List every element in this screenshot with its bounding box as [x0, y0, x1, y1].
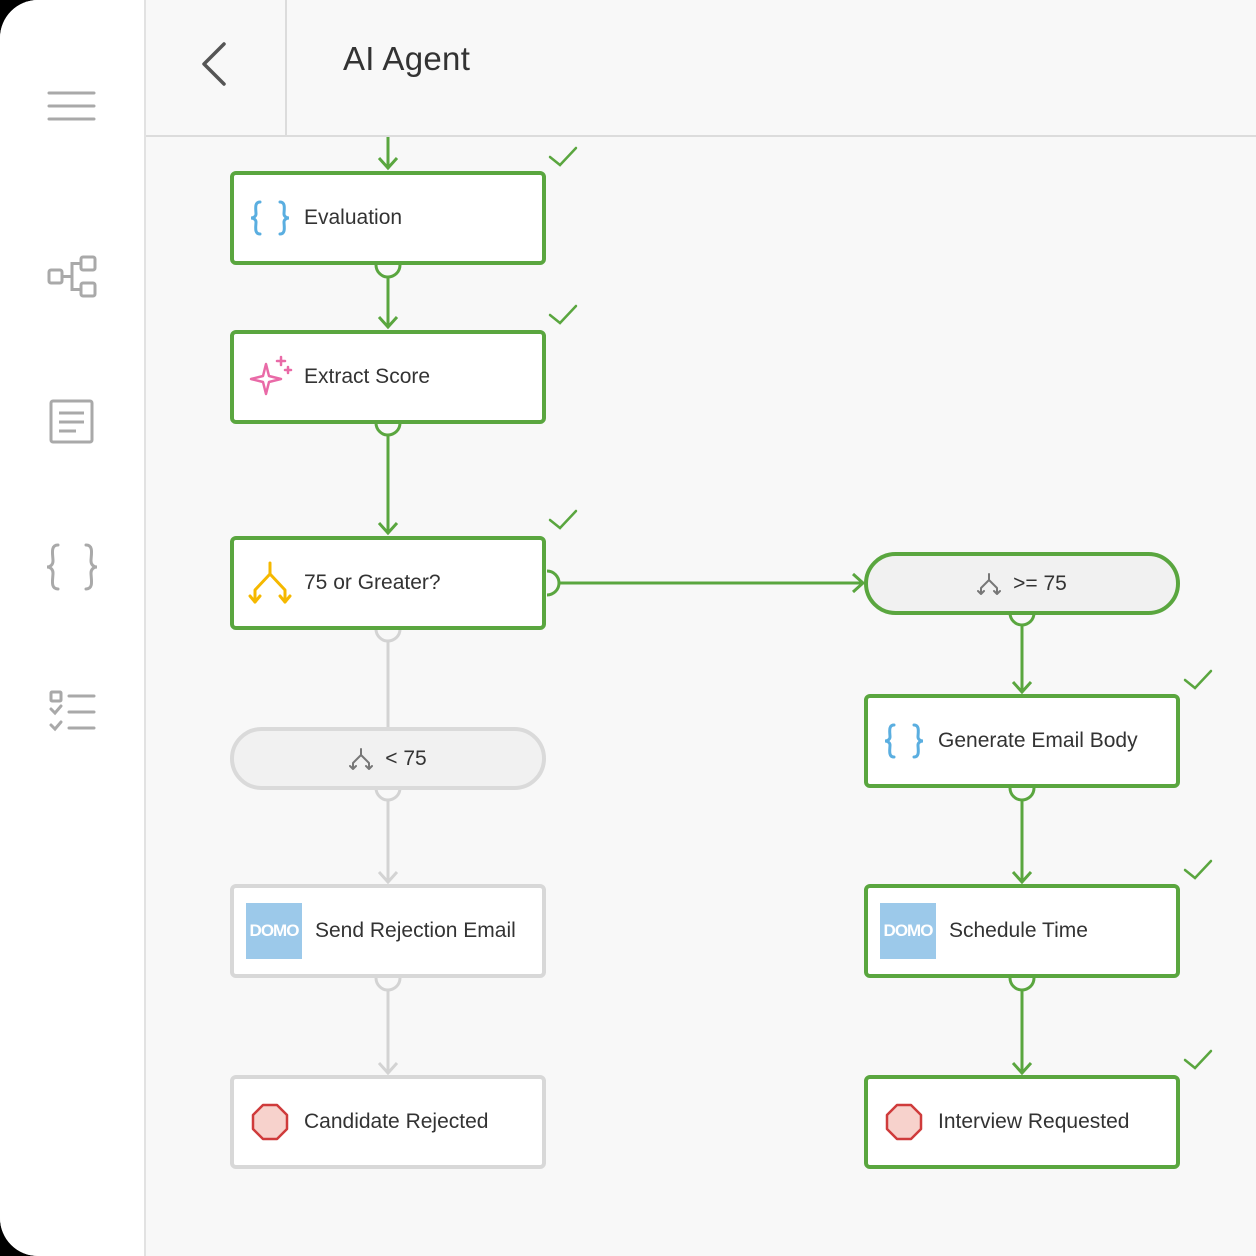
- node-label: Generate Email Body: [938, 729, 1138, 752]
- page-title: AI Agent: [343, 40, 471, 77]
- back-button[interactable]: [146, 0, 287, 135]
- domo-logo-icon: DOMO: [246, 903, 302, 959]
- node-label: 75 or Greater?: [304, 571, 441, 594]
- stop-octagon-icon: [251, 1103, 289, 1141]
- node-schedule-time[interactable]: DOMO Schedule Time: [864, 884, 1180, 978]
- app-window: AI Agent Evaluation Extract Score 75 or …: [0, 0, 1256, 1256]
- node-extract-score[interactable]: Extract Score: [230, 330, 546, 424]
- branch-low[interactable]: < 75: [230, 727, 546, 790]
- node-evaluation[interactable]: Evaluation: [230, 171, 546, 265]
- chevron-left-icon: [202, 42, 226, 86]
- node-label: Extract Score: [304, 365, 431, 388]
- fork-icon: [977, 572, 1002, 595]
- node-label: Evaluation: [304, 206, 403, 229]
- node-candidate-rejected[interactable]: Candidate Rejected: [230, 1075, 546, 1169]
- code-braces-icon: [250, 200, 290, 236]
- node-label: Send Rejection Email: [315, 919, 516, 942]
- branch-label: >= 75: [1013, 571, 1067, 595]
- stop-octagon-icon: [885, 1103, 923, 1141]
- branch-icon: [248, 561, 292, 604]
- code-braces-icon: [884, 723, 924, 759]
- fork-icon: [349, 747, 374, 770]
- header-bar: AI Agent: [146, 0, 1256, 137]
- ai-sparkle-icon: [249, 355, 293, 396]
- node-send-rejection-email[interactable]: DOMO Send Rejection Email: [230, 884, 546, 978]
- domo-logo-icon: DOMO: [880, 903, 936, 959]
- flow-connectors: [374, 137, 1213, 1076]
- node-label: Interview Requested: [938, 1110, 1130, 1133]
- node-condition[interactable]: 75 or Greater?: [230, 536, 546, 630]
- node-interview-requested[interactable]: Interview Requested: [864, 1075, 1180, 1169]
- node-label: Schedule Time: [949, 919, 1088, 942]
- branch-label: < 75: [385, 746, 427, 770]
- node-label: Candidate Rejected: [304, 1110, 489, 1133]
- node-generate-email-body[interactable]: Generate Email Body: [864, 694, 1180, 788]
- branch-high[interactable]: >= 75: [864, 552, 1180, 615]
